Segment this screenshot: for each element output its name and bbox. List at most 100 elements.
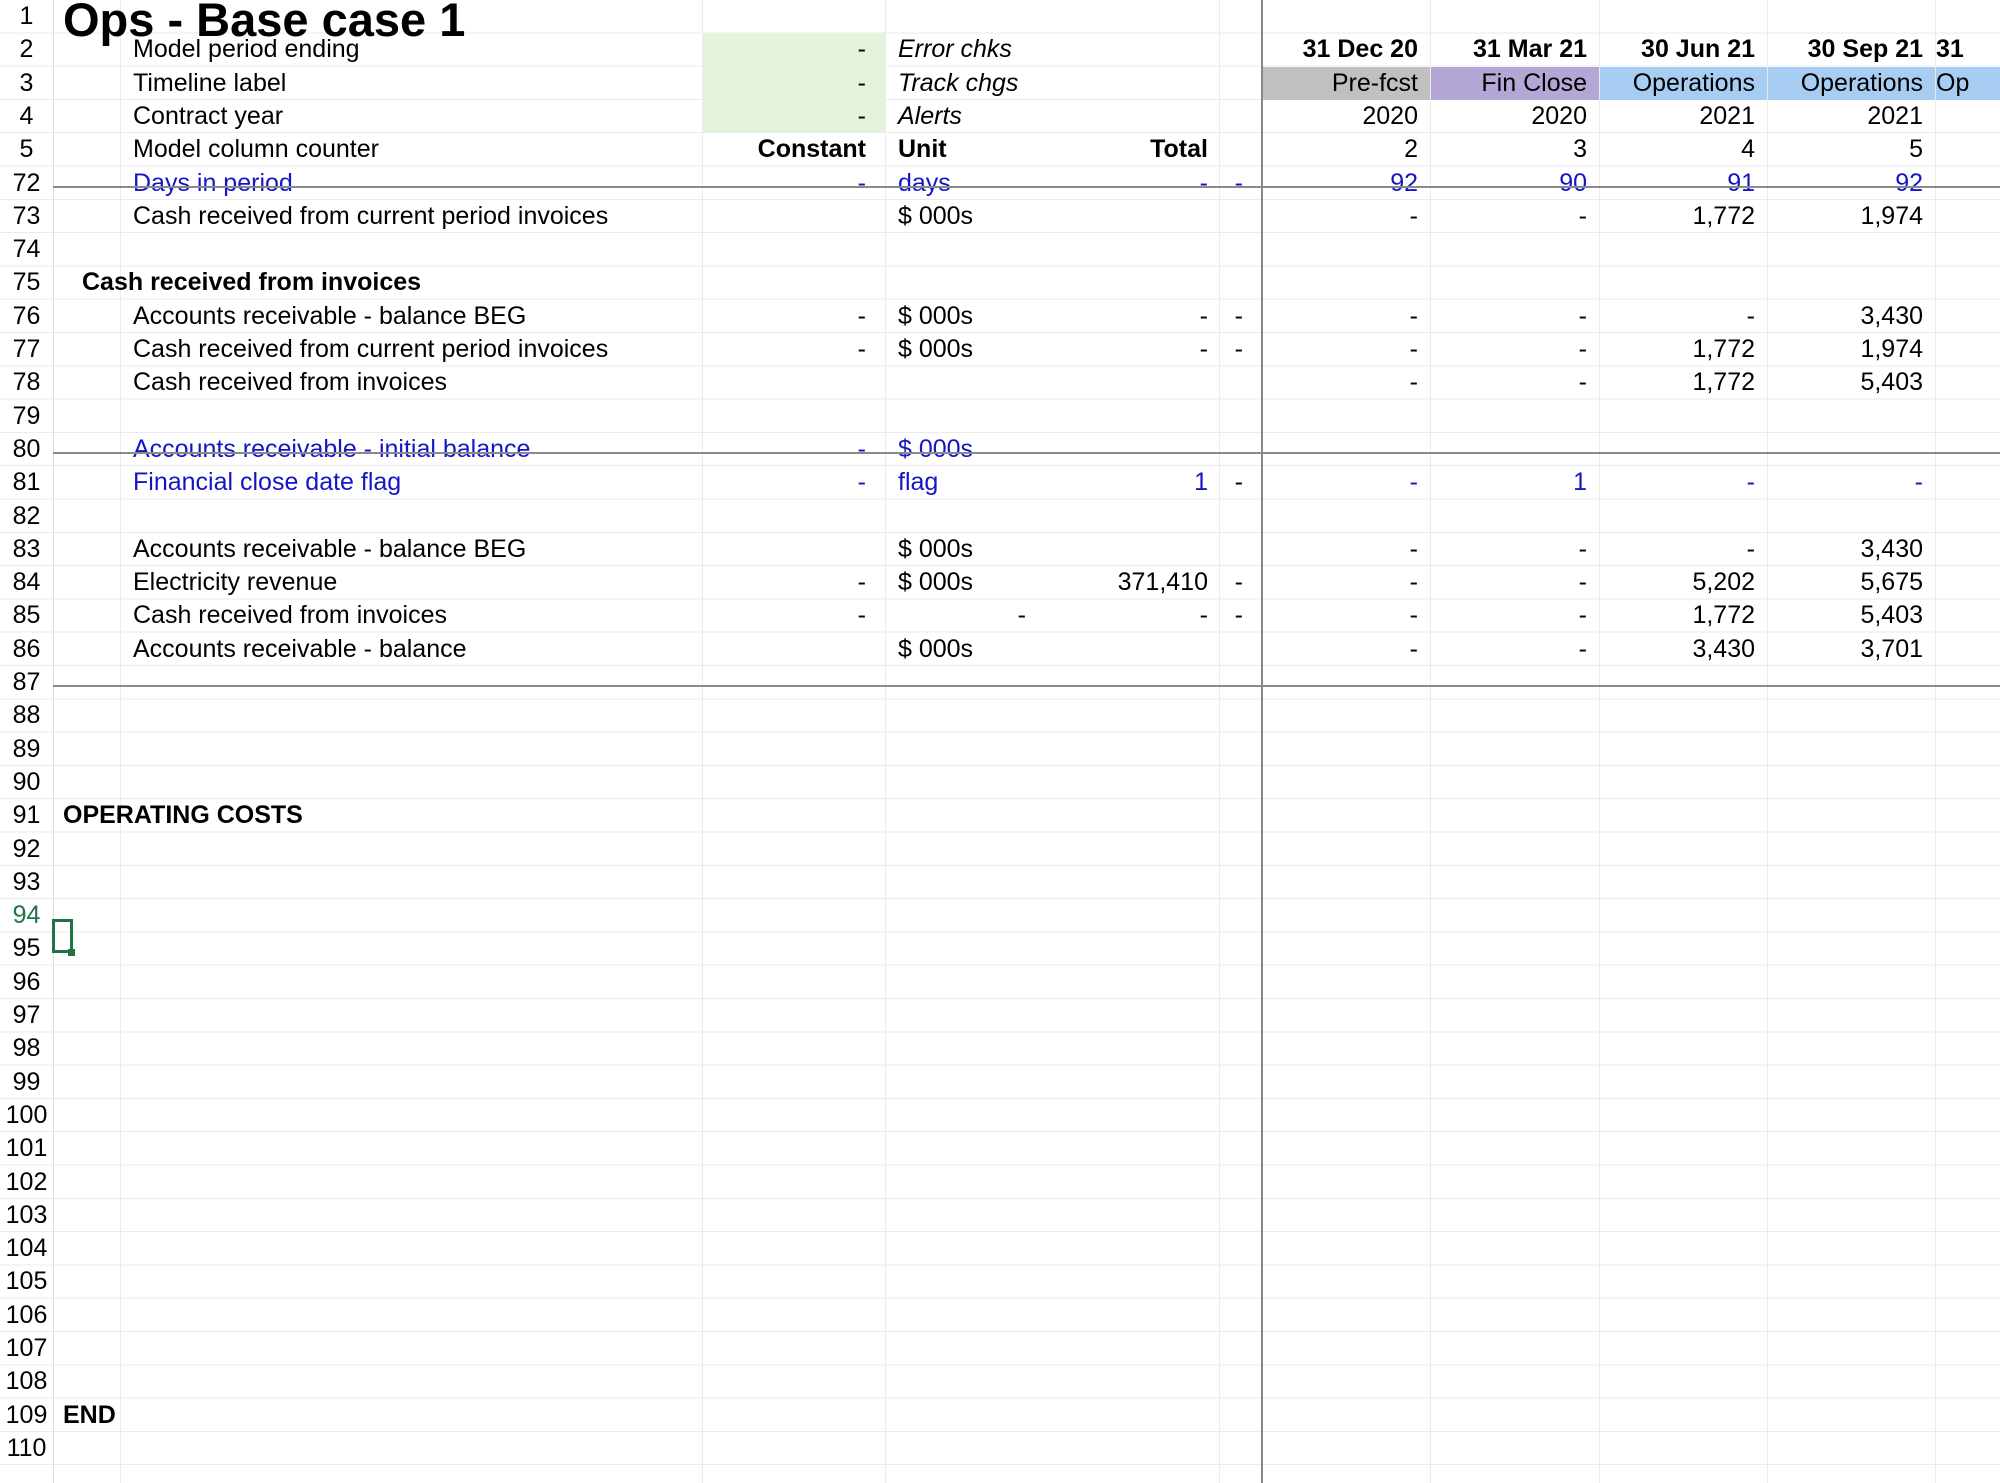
row-header[interactable]: 90 (0, 766, 53, 799)
cell-k-row-85[interactable]: 5,403 (1768, 599, 1935, 632)
row-header[interactable]: 85 (0, 599, 53, 632)
cell-e-row-2[interactable]: - (703, 33, 886, 67)
cell-f-row-3[interactable]: Track chgs (898, 67, 1218, 100)
cell-h-row-77[interactable]: - (1263, 333, 1430, 366)
cell-k-row-76[interactable]: 3,430 (1768, 300, 1935, 333)
cell-j-row-86[interactable]: 3,430 (1600, 633, 1767, 666)
row-header[interactable]: 79 (0, 400, 53, 433)
cell-g2-row-84[interactable]: - (1220, 566, 1261, 599)
row-header[interactable]: 91 (0, 799, 53, 832)
cell-b-row-76[interactable]: Accounts receivable - balance BEG (133, 300, 702, 333)
cell-b-row-72[interactable]: Days in period (133, 167, 702, 200)
cell-i-row-78[interactable]: - (1431, 366, 1599, 399)
row-header[interactable]: 84 (0, 566, 53, 599)
cell-a-row-91[interactable]: OPERATING COSTS (63, 799, 703, 832)
cell-b-row-73[interactable]: Cash received from current period invoic… (133, 200, 702, 233)
cell-h-row-72[interactable]: 92 (1263, 167, 1430, 200)
cell-k-row-72[interactable]: 92 (1768, 167, 1935, 200)
row-header[interactable]: 97 (0, 999, 53, 1032)
cell-j-row-4[interactable]: 2021 (1600, 100, 1767, 133)
cell-h-row-73[interactable]: - (1263, 200, 1430, 233)
cell-h-row-85[interactable]: - (1263, 599, 1430, 632)
cell-f-row-73[interactable]: $ 000s (898, 200, 1218, 233)
cell-j-row-84[interactable]: 5,202 (1600, 566, 1767, 599)
cell-i-row-4[interactable]: 2020 (1431, 100, 1599, 133)
cell-k-row-73[interactable]: 1,974 (1768, 200, 1935, 233)
cell-f-row-83[interactable]: $ 000s (898, 533, 1218, 566)
cell-b-row-4[interactable]: Contract year (133, 100, 702, 133)
cell-h-row-2[interactable]: 31 Dec 20 (1263, 33, 1430, 66)
cell-e-row-77[interactable]: - (703, 333, 886, 366)
spreadsheet-grid[interactable]: 1 Ops - Base case 1 2 Model period ending - E… (0, 0, 2000, 1483)
cell-k-row-4[interactable]: 2021 (1768, 100, 1935, 133)
row-header[interactable]: 75 (0, 266, 53, 299)
cell-h-row-4[interactable]: 2020 (1263, 100, 1430, 133)
cell-f-row-4[interactable]: Alerts (898, 100, 1218, 133)
cell-g2-row-72[interactable]: - (1220, 167, 1261, 200)
cell-h-row-86[interactable]: - (1263, 633, 1430, 666)
row-header[interactable]: 108 (0, 1365, 53, 1398)
cell-f-row-80[interactable]: $ 000s (898, 433, 1218, 466)
cell-g-row-84[interactable]: 371,410 (1036, 566, 1220, 599)
row-header[interactable]: 76 (0, 300, 53, 333)
cell-b-row-78[interactable]: Cash received from invoices (133, 366, 702, 399)
cell-j-row-72[interactable]: 91 (1600, 167, 1767, 200)
row-header[interactable]: 86 (0, 633, 53, 666)
row-header[interactable]: 72 (0, 167, 53, 200)
cell-k-row-81[interactable]: - (1768, 466, 1935, 499)
row-header[interactable]: 87 (0, 666, 53, 699)
cell-i-row-2[interactable]: 31 Mar 21 (1431, 33, 1599, 66)
row-header[interactable]: 2 (0, 33, 53, 66)
row-header[interactable]: 107 (0, 1332, 53, 1365)
cell-f-row-86[interactable]: $ 000s (898, 633, 1218, 666)
cell-g-row-76[interactable]: - (1036, 300, 1220, 333)
row-header[interactable]: 1 (0, 0, 53, 33)
cell-k-row-83[interactable]: 3,430 (1768, 533, 1935, 566)
row-header[interactable]: 104 (0, 1232, 53, 1265)
cell-e-row-72[interactable]: - (703, 167, 886, 200)
row-header[interactable]: 78 (0, 366, 53, 399)
cell-b-row-77[interactable]: Cash received from current period invoic… (133, 333, 702, 366)
cell-e-row-80[interactable]: - (703, 433, 886, 466)
cell-b-row-85[interactable]: Cash received from invoices (133, 599, 702, 632)
cell-b-row-5[interactable]: Model column counter (133, 133, 702, 166)
cell-j-row-2[interactable]: 30 Jun 21 (1600, 33, 1767, 66)
cell-j-row-77[interactable]: 1,772 (1600, 333, 1767, 366)
cell-b-row-81[interactable]: Financial close date flag (133, 466, 702, 499)
row-header[interactable]: 3 (0, 67, 53, 100)
cell-k-row-77[interactable]: 1,974 (1768, 333, 1935, 366)
cell-j-row-83[interactable]: - (1600, 533, 1767, 566)
cell-g-row-85[interactable]: - (1036, 599, 1220, 632)
row-header[interactable]: 106 (0, 1299, 53, 1332)
cell-i-row-81[interactable]: 1 (1431, 466, 1599, 499)
row-header[interactable]: 4 (0, 100, 53, 133)
cell-e-row-85[interactable]: - (703, 599, 886, 632)
cell-g-row-81[interactable]: 1 (1036, 466, 1220, 499)
row-header[interactable]: 109 (0, 1399, 53, 1432)
cell-h-row-78[interactable]: - (1263, 366, 1430, 399)
cell-k-row-84[interactable]: 5,675 (1768, 566, 1935, 599)
cell-e-row-76[interactable]: - (703, 300, 886, 333)
cell-k-row-3[interactable]: Operations (1768, 66, 1935, 100)
cell-b-row-84[interactable]: Electricity revenue (133, 566, 702, 599)
cell-j-row-73[interactable]: 1,772 (1600, 200, 1767, 233)
row-header[interactable]: 96 (0, 966, 53, 999)
cell-e-row-81[interactable]: - (703, 466, 886, 499)
cell-j-row-3[interactable]: Operations (1600, 66, 1767, 100)
cell-a2-row-75[interactable]: Cash received from invoices (82, 266, 702, 299)
cell-h-row-5[interactable]: 2 (1263, 133, 1430, 166)
cell-i-row-83[interactable]: - (1431, 533, 1599, 566)
cell-b-row-3[interactable]: Timeline label (133, 67, 702, 100)
cell-i-row-84[interactable]: - (1431, 566, 1599, 599)
row-header[interactable]: 92 (0, 833, 53, 866)
cell-e-row-3[interactable]: - (703, 66, 886, 100)
cell-b-row-80[interactable]: Accounts receivable - initial balance (133, 433, 702, 466)
row-header[interactable]: 105 (0, 1265, 53, 1298)
row-header[interactable]: 94 (0, 899, 53, 932)
row-header[interactable]: 74 (0, 233, 53, 266)
cell-b-row-83[interactable]: Accounts receivable - balance BEG (133, 533, 702, 566)
row-header[interactable]: 80 (0, 433, 53, 466)
cell-g2-row-76[interactable]: - (1220, 300, 1261, 333)
row-header[interactable]: 102 (0, 1166, 53, 1199)
cell-h-row-84[interactable]: - (1263, 566, 1430, 599)
